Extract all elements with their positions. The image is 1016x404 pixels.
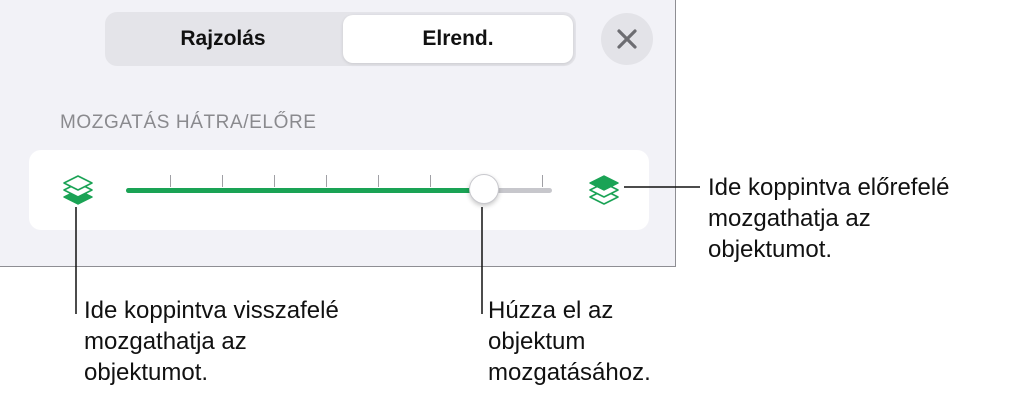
slider-tick [326,175,327,187]
layer-slider[interactable] [126,174,552,206]
callout-drag: Húzza el az objektum mozgatásához. [488,297,651,386]
slider-tick [274,175,275,187]
callout-bring-forward: Ide koppintva előrefelé mozgathatja az o… [708,174,950,263]
slider-tick [222,175,223,187]
send-backward-icon [63,175,93,205]
tab-arrange[interactable]: Elrend. [343,15,573,63]
slider-tick [170,175,171,187]
bring-forward-icon [589,175,619,205]
arrange-panel: Rajzolás Elrend. MOZGATÁS HÁTRA/ELŐRE [0,0,676,267]
close-icon [617,29,637,49]
close-button[interactable] [601,13,653,65]
slider-tick [542,175,543,187]
slider-tick [378,175,379,187]
slider-fill [126,188,484,193]
callout-send-backward: Ide koppintva visszafelé mozgathatja az … [84,297,339,386]
slider-tick [430,175,431,187]
move-backward-forward-row [29,150,649,230]
send-backward-button[interactable] [59,171,97,214]
section-label: MOZGATÁS HÁTRA/ELŐRE [60,112,317,133]
slider-thumb[interactable] [469,174,499,204]
bring-forward-button[interactable] [585,171,623,214]
tab-drawing[interactable]: Rajzolás [108,15,338,63]
tab-control: Rajzolás Elrend. [105,12,576,66]
